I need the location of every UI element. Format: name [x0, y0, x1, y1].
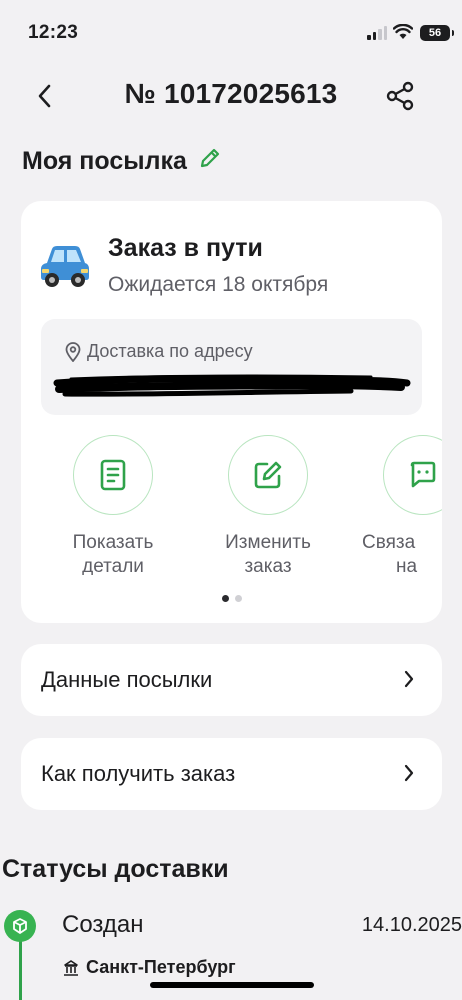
parcel-data-row[interactable]: Данные посылки — [21, 644, 442, 716]
home-indicator[interactable] — [150, 982, 314, 988]
timeline-line — [19, 935, 22, 1000]
header: № 10172025613 — [0, 66, 462, 126]
delivery-address-box[interactable]: Доставка по адресу — [41, 319, 422, 415]
contact-us-label-2: на — [396, 556, 418, 575]
chat-icon — [410, 461, 436, 488]
box-created-icon — [4, 910, 36, 942]
quick-actions: Показать детали Изменить заказ Связа на — [21, 435, 442, 575]
order-status-card: Заказ в пути Ожидается 18 октября Достав… — [21, 201, 442, 623]
cellular-signal-icon — [367, 26, 387, 40]
location-pin-icon — [65, 341, 81, 362]
how-to-receive-label: Как получить заказ — [41, 761, 236, 786]
page-dot-active[interactable] — [221, 595, 229, 602]
contact-us-button[interactable]: Связа на — [358, 435, 442, 575]
delivery-statuses-title: Статусы доставки — [2, 855, 229, 883]
expected-date: Ожидается 18 октября — [108, 273, 329, 296]
box-icon — [13, 918, 27, 934]
edit-icon — [254, 461, 282, 489]
document-icon — [100, 459, 126, 491]
share-icon — [386, 81, 414, 111]
timeline-date: 14.10.2025 — [361, 914, 462, 936]
chevron-right-icon — [404, 764, 414, 782]
battery-icon: 56 — [420, 25, 454, 41]
timeline-status: Создан — [62, 911, 144, 938]
timeline-city-label: Санкт-Петербург — [86, 957, 236, 977]
show-details-label-1: Показать — [72, 532, 154, 553]
contact-us-label-1: Связа — [362, 532, 416, 553]
how-to-receive-row[interactable]: Как получить заказ — [21, 738, 442, 810]
wifi-icon — [393, 24, 413, 39]
timeline-city: Санкт-Петербург — [62, 957, 236, 978]
edit-order-button[interactable]: Изменить заказ — [203, 435, 333, 575]
share-button[interactable] — [380, 76, 420, 116]
car-icon — [41, 246, 89, 287]
show-details-label: Показать детали — [48, 531, 178, 575]
order-status: Заказ в пути — [108, 234, 263, 262]
pencil-icon — [200, 148, 220, 168]
show-details-button[interactable]: Показать детали — [48, 435, 178, 575]
contact-us-circle — [383, 435, 442, 515]
rename-button[interactable] — [199, 147, 221, 176]
parcel-data-label: Данные посылки — [41, 667, 213, 692]
edit-order-label-1: Изменить — [225, 532, 311, 553]
contact-us-label: Связа на — [358, 531, 442, 575]
chevron-right-icon — [404, 670, 414, 688]
redacted-address — [53, 374, 411, 397]
delivery-type-label: Доставка по адресу — [87, 341, 253, 361]
parcel-title: Моя посылка — [22, 147, 221, 176]
building-icon — [64, 959, 78, 976]
edit-order-label-2: заказ — [244, 556, 292, 575]
show-details-label-2: детали — [82, 556, 144, 575]
status-time: 12:23 — [28, 22, 79, 43]
show-details-circle — [73, 435, 153, 515]
parcel-title-text: Моя посылка — [22, 147, 187, 175]
edit-order-label: Изменить заказ — [203, 531, 333, 575]
carousel-pagination — [21, 595, 442, 602]
delivery-type: Доставка по адресу — [65, 341, 253, 362]
page-dot[interactable] — [234, 595, 242, 602]
edit-order-circle — [228, 435, 308, 515]
status-bar: 12:23 56 — [0, 0, 462, 62]
